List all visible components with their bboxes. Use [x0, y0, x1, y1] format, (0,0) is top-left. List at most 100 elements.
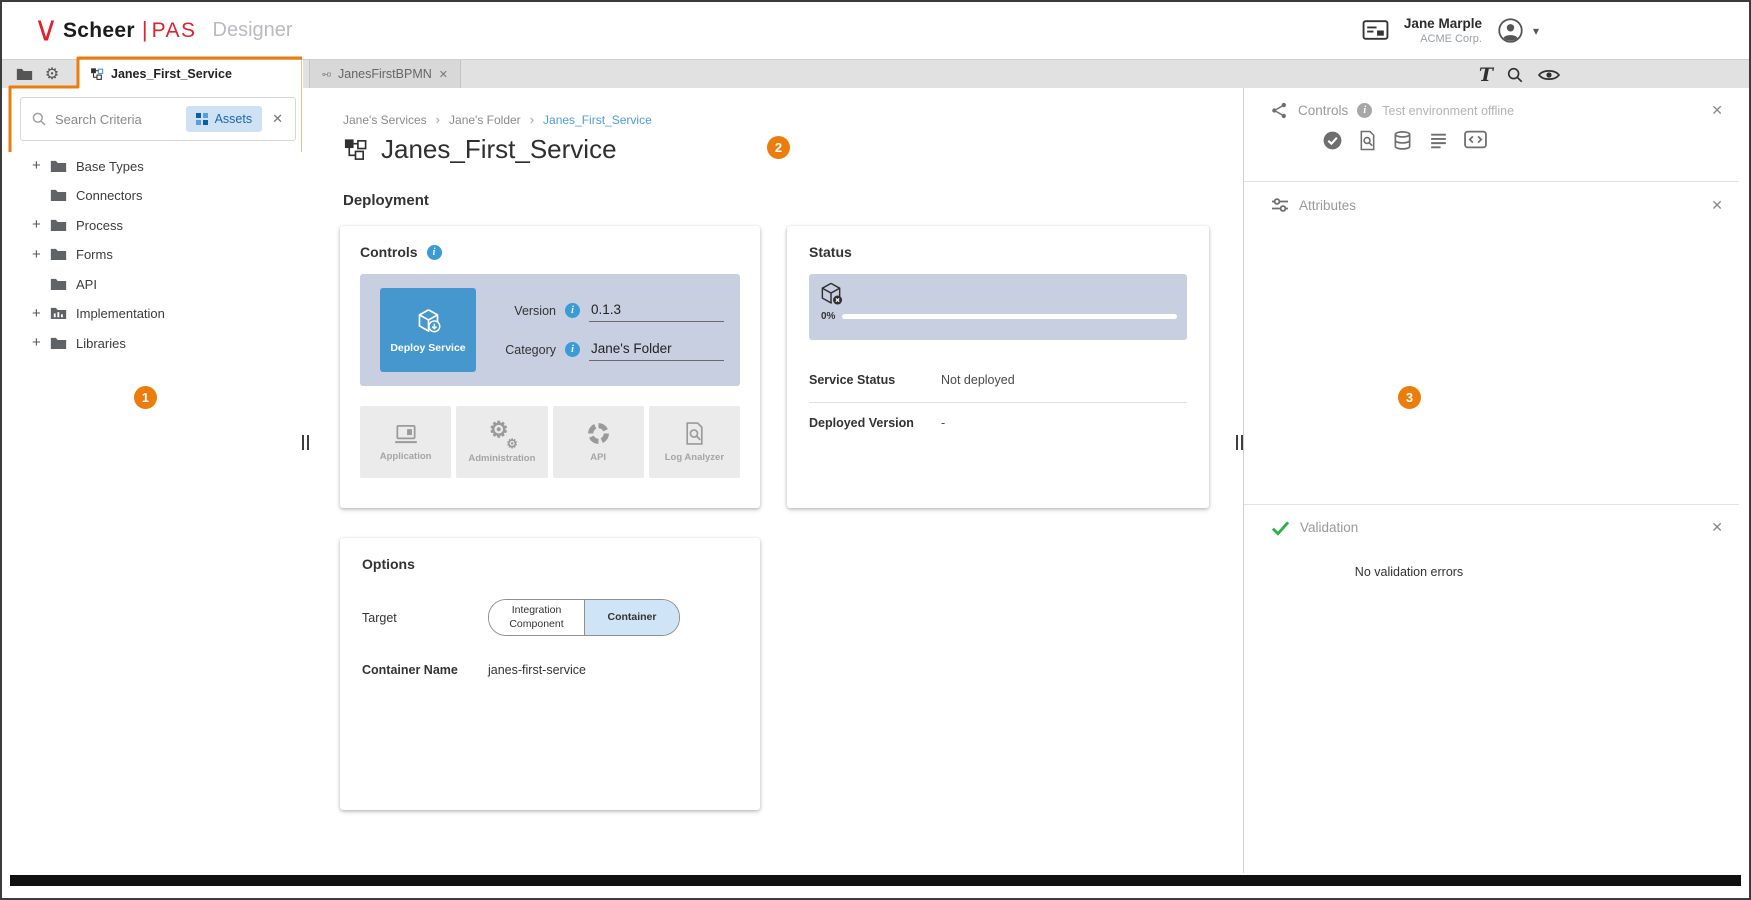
search-input[interactable] — [55, 112, 178, 127]
close-icon[interactable]: ✕ — [439, 68, 448, 81]
search-box: Assets ✕ — [20, 97, 296, 141]
folder-button[interactable] — [10, 60, 38, 88]
category-label: Category — [498, 343, 556, 357]
target-option-integration-component[interactable]: Integration Component — [489, 600, 584, 635]
sidebar-resize-handle[interactable] — [302, 435, 309, 450]
tile-label: Administration — [468, 453, 535, 464]
tab-label: Janes_First_Service — [111, 67, 232, 81]
folder-icon — [50, 277, 67, 291]
folder-icon — [50, 159, 67, 173]
assets-filter-chip[interactable]: Assets — [186, 106, 262, 132]
application-button[interactable]: Application — [360, 406, 451, 478]
info-icon[interactable]: i — [427, 245, 442, 260]
annotation-marker-3: 3 — [1398, 386, 1421, 409]
search-icon[interactable] — [1506, 66, 1524, 84]
assets-chip-label: Assets — [215, 112, 253, 126]
tab-janesfirstbpmn[interactable]: JanesFirstBPMN ✕ — [309, 60, 461, 88]
folder-icon — [50, 188, 67, 202]
validation-panel: Validation ✕ No validation errors — [1244, 505, 1739, 579]
tree-item-api[interactable]: + API — [12, 269, 306, 299]
annotation-marker-2: 2 — [767, 136, 790, 159]
deployed-version-label: Deployed Version — [809, 416, 941, 430]
controls-icon — [1270, 101, 1289, 120]
folder-icon — [50, 247, 67, 261]
api-button[interactable]: API — [553, 406, 644, 478]
breadcrumb-janes-folder[interactable]: Jane's Folder — [449, 113, 521, 127]
chevron-right-icon: › — [530, 112, 534, 127]
deployed-version-value: - — [941, 416, 945, 430]
expand-icon[interactable]: + — [32, 216, 50, 233]
expand-icon[interactable]: + — [32, 157, 50, 174]
tree-item-label: Base Types — [76, 158, 144, 174]
tree-item-label: Libraries — [76, 335, 126, 351]
console-icon[interactable] — [1362, 19, 1389, 42]
chevron-right-icon: › — [436, 112, 440, 127]
file-search-icon[interactable] — [1358, 130, 1377, 151]
status-card-title: Status — [809, 244, 1187, 260]
tree-item-base-types[interactable]: + Base Types — [12, 151, 306, 181]
breadcrumb-current[interactable]: Janes_First_Service — [543, 113, 652, 127]
expand-icon[interactable]: + — [32, 305, 50, 322]
tab-label: JanesFirstBPMN — [338, 67, 432, 81]
brand-divider: | — [142, 17, 148, 43]
api-icon — [586, 421, 611, 446]
application-icon — [393, 423, 419, 445]
folder-icon — [50, 336, 67, 350]
close-icon[interactable]: ✕ — [1711, 197, 1723, 214]
test-environment-status: Test environment offline — [1382, 104, 1514, 118]
user-block[interactable]: Jane Marple ACME Corp. — [1404, 15, 1482, 47]
attributes-panel-header: Attributes ✕ — [1244, 182, 1739, 215]
breadcrumb-janes-services[interactable]: Jane's Services — [343, 113, 427, 127]
user-org: ACME Corp. — [1404, 32, 1482, 46]
deploy-panel: Deploy Service Version i Category i — [360, 274, 740, 386]
info-icon[interactable]: i — [565, 303, 580, 318]
expand-icon[interactable]: + — [32, 246, 50, 263]
assets-sidebar: Assets ✕ + Base Types + Connectors + Pro… — [12, 88, 306, 873]
tree-item-label: Forms — [76, 246, 113, 262]
tree-item-label: Connectors — [76, 187, 142, 203]
progress-percent: 0% — [821, 311, 835, 322]
tabbar-tools: T — [1479, 60, 1561, 89]
administration-button[interactable]: ⚙ ⚙ Administration — [456, 406, 547, 478]
options-card-title: Options — [362, 556, 738, 572]
list-icon[interactable] — [1428, 130, 1449, 151]
version-input[interactable] — [589, 300, 724, 322]
info-icon[interactable]: i — [1357, 103, 1372, 118]
breadcrumb: Jane's Services › Jane's Folder › Janes_… — [343, 112, 652, 127]
eye-icon[interactable] — [1537, 67, 1561, 83]
target-option-container[interactable]: Container — [584, 600, 679, 635]
code-icon[interactable] — [1464, 130, 1487, 151]
tree-item-libraries[interactable]: + Libraries — [12, 328, 306, 358]
tree-item-connectors[interactable]: + Connectors — [12, 181, 306, 211]
options-card: Options Target Integration Component Con… — [340, 538, 760, 810]
folder-icon — [16, 67, 33, 81]
chevron-down-icon[interactable]: ▾ — [1533, 24, 1539, 38]
settings-button[interactable]: ⚙ — [38, 60, 66, 88]
tile-label: Application — [380, 451, 432, 462]
search-icon — [31, 111, 47, 127]
database-icon[interactable] — [1392, 130, 1413, 151]
check-circle-icon[interactable] — [1322, 130, 1343, 151]
text-tool-button[interactable]: T — [1479, 64, 1493, 86]
clear-search-button[interactable]: ✕ — [270, 111, 285, 127]
target-toggle-group: Integration Component Container — [488, 599, 680, 636]
log-analyzer-button[interactable]: Log Analyzer — [649, 406, 740, 478]
deploy-service-button[interactable]: Deploy Service — [380, 288, 476, 372]
controls-panel-actions — [1244, 120, 1739, 151]
log-analyzer-icon — [683, 421, 706, 446]
user-avatar-icon[interactable] — [1497, 17, 1524, 44]
attributes-icon — [1270, 195, 1290, 215]
status-card: Status 0% Service Status Not deployed — [787, 226, 1209, 508]
tab-janes-first-service[interactable]: Janes_First_Service — [78, 60, 303, 88]
category-input[interactable] — [589, 339, 724, 361]
tree-item-process[interactable]: + Process — [12, 210, 306, 240]
page-title-text: Janes_First_Service — [381, 134, 617, 165]
right-panel-resize-handle[interactable] — [1236, 435, 1243, 450]
expand-icon[interactable]: + — [32, 334, 50, 351]
tile-label: API — [590, 452, 606, 463]
tree-item-implementation[interactable]: + Implementation — [12, 299, 306, 329]
close-icon[interactable]: ✕ — [1711, 519, 1723, 536]
close-icon[interactable]: ✕ — [1711, 102, 1723, 119]
info-icon[interactable]: i — [565, 342, 580, 357]
tree-item-forms[interactable]: + Forms — [12, 240, 306, 270]
